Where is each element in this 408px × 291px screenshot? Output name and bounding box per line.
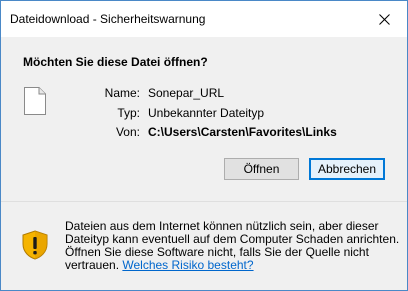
name-value: Sonepar_URL — [148, 86, 225, 100]
name-label: Name: — [104, 86, 140, 100]
type-label: Typ: — [117, 106, 140, 120]
shield-warning-icon — [22, 230, 48, 260]
security-warning-dialog: Dateidownload - Sicherheitswarnung Möcht… — [0, 0, 408, 291]
warning-text: Dateien aus dem Internet können nützlich… — [65, 220, 401, 272]
dialog-body: Möchten Sie diese Datei öffnen? Name: So… — [1, 37, 407, 201]
risk-link[interactable]: Welches Risiko besteht? — [122, 258, 253, 272]
title-bar[interactable]: Dateidownload - Sicherheitswarnung — [1, 1, 407, 37]
window-title: Dateidownload - Sicherheitswarnung — [10, 12, 206, 26]
question-heading: Möchten Sie diese Datei öffnen? — [23, 55, 208, 69]
from-label: Von: — [115, 125, 140, 139]
from-value: C:\Users\Carsten\Favorites\Links — [148, 125, 337, 139]
open-button[interactable]: Öffnen — [224, 158, 299, 180]
close-button[interactable] — [361, 1, 407, 37]
warning-panel: Dateien aus dem Internet können nützlich… — [1, 202, 407, 290]
close-icon — [378, 13, 390, 25]
cancel-button[interactable]: Abbrechen — [309, 158, 385, 180]
type-value: Unbekannter Dateityp — [148, 106, 265, 120]
file-icon — [24, 87, 46, 115]
